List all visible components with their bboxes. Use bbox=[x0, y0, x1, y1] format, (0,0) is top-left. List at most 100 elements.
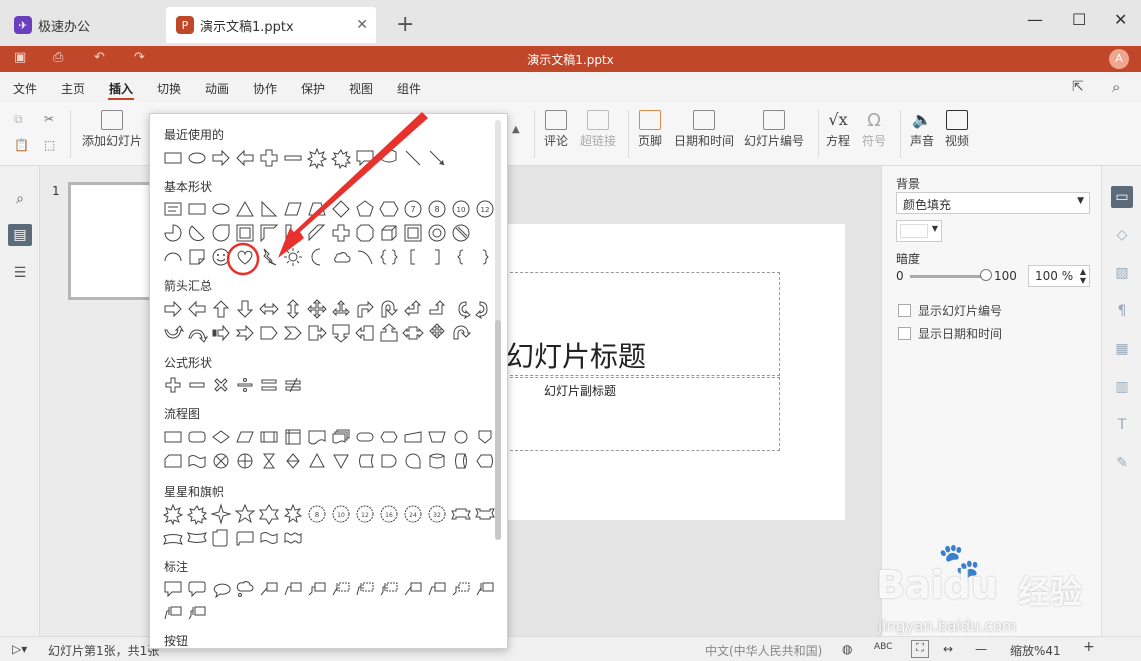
line-callout2-shape-icon[interactable] bbox=[282, 578, 304, 600]
language[interactable]: 中文(中华人民共和国) bbox=[705, 642, 822, 659]
text-art-icon[interactable]: T bbox=[1111, 414, 1133, 436]
accent-callout2-shape-icon[interactable] bbox=[354, 578, 376, 600]
chart-settings-icon[interactable]: ▥ bbox=[1111, 376, 1133, 398]
flow-alt-process-shape-icon[interactable] bbox=[186, 426, 208, 448]
stepper-icon[interactable]: ▲ ▼ bbox=[1080, 267, 1086, 285]
explosion2-shape-icon[interactable] bbox=[186, 503, 208, 526]
flow-decision-shape-icon[interactable] bbox=[210, 426, 232, 448]
explosion-shape-icon[interactable] bbox=[162, 503, 184, 526]
ribbon-up-shape-icon[interactable] bbox=[450, 503, 472, 525]
up-down-arrow-shape-icon[interactable] bbox=[282, 298, 304, 320]
ribbon-scroll-icon[interactable]: ▲ bbox=[512, 124, 520, 135]
circular-arrow-shape-icon[interactable] bbox=[450, 322, 472, 344]
shape-settings-icon[interactable]: ◇ bbox=[1111, 224, 1133, 246]
signature-icon[interactable]: ✎ bbox=[1111, 452, 1133, 474]
u-turn-arrow-shape-icon[interactable] bbox=[378, 298, 400, 320]
folded-corner-shape-icon[interactable] bbox=[186, 246, 208, 268]
flow-stored-data-shape-icon[interactable] bbox=[354, 450, 376, 472]
down-arrow-callout-shape-icon[interactable] bbox=[330, 322, 352, 344]
maximize-icon[interactable]: ☐ bbox=[1072, 10, 1086, 29]
right-arrow-shape-icon[interactable] bbox=[162, 298, 184, 320]
select-all-icon[interactable]: ⬚ bbox=[44, 138, 55, 152]
accent-border-callout-shape-icon[interactable] bbox=[474, 578, 496, 600]
comments-panel-icon[interactable]: ☰ bbox=[8, 262, 32, 284]
line-callout1-shape-icon[interactable] bbox=[258, 578, 280, 600]
menu-protect[interactable]: 保护 bbox=[301, 80, 325, 97]
right-arrow-callout-shape-icon[interactable] bbox=[306, 322, 328, 344]
horizontal-scroll-shape-icon[interactable] bbox=[234, 527, 256, 549]
rectangle-shape-icon[interactable] bbox=[186, 198, 208, 220]
chord-shape-icon[interactable] bbox=[186, 222, 208, 244]
rectangle-shape-icon[interactable] bbox=[162, 147, 184, 169]
globe-icon[interactable]: ◍ bbox=[842, 642, 852, 656]
rect-callout-shape-icon[interactable] bbox=[162, 578, 184, 600]
image-settings-icon[interactable]: ▨ bbox=[1111, 262, 1133, 284]
flow-preparation-shape-icon[interactable] bbox=[378, 426, 400, 448]
quad-arrow-shape-icon[interactable] bbox=[306, 298, 328, 320]
paragraph-settings-icon[interactable]: ¶ bbox=[1111, 300, 1133, 322]
pentagon-arrow-shape-icon[interactable] bbox=[258, 322, 280, 344]
add-slide-button[interactable]: 添加幻灯片 bbox=[82, 110, 142, 149]
curved-up-arrow-shape-icon[interactable] bbox=[162, 322, 185, 344]
darkness-input[interactable]: 100 % ▲ ▼ bbox=[1028, 265, 1090, 287]
accent-callout1-shape-icon[interactable] bbox=[330, 578, 352, 600]
subtitle-placeholder[interactable]: 幻灯片副标题 bbox=[505, 377, 780, 451]
darkness-slider-handle[interactable] bbox=[980, 269, 992, 281]
show-datetime-checkbox[interactable] bbox=[898, 327, 911, 340]
search-icon[interactable]: ⌕ bbox=[1112, 78, 1120, 96]
border-callout1-shape-icon[interactable] bbox=[402, 578, 424, 600]
pie-shape-icon[interactable] bbox=[162, 222, 184, 244]
search-icon[interactable]: ⌕ bbox=[8, 188, 32, 210]
flow-sort-shape-icon[interactable] bbox=[282, 450, 304, 472]
avatar[interactable]: A bbox=[1109, 49, 1129, 69]
slides-panel-icon[interactable]: ▤ bbox=[8, 224, 32, 246]
accent-border-callout3-shape-icon[interactable] bbox=[186, 602, 208, 624]
minimize-icon[interactable]: — bbox=[1027, 10, 1043, 29]
striped-right-arrow-shape-icon[interactable] bbox=[210, 322, 232, 344]
border-callout3-shape-icon[interactable] bbox=[450, 578, 472, 600]
no-symbol-shape-icon[interactable] bbox=[450, 222, 472, 244]
quad-arrow-callout-shape-icon[interactable] bbox=[426, 322, 448, 344]
flow-terminator-shape-icon[interactable] bbox=[354, 426, 376, 448]
menu-collaborate[interactable]: 协作 bbox=[253, 80, 277, 97]
menu-insert[interactable]: 插入 bbox=[109, 80, 133, 97]
flow-document-shape-icon[interactable] bbox=[306, 426, 328, 448]
menu-view[interactable]: 视图 bbox=[349, 80, 373, 97]
dodecagon-shape-icon[interactable]: 12 bbox=[474, 198, 496, 220]
sound-button[interactable]: 🔈 声音 bbox=[910, 110, 934, 149]
shapes-scrollbar-thumb[interactable] bbox=[495, 320, 501, 540]
menu-animation[interactable]: 动画 bbox=[205, 80, 229, 97]
tab-home[interactable]: ✈ 极速办公 bbox=[4, 7, 164, 43]
flow-card-shape-icon[interactable] bbox=[162, 450, 184, 472]
open-location-icon[interactable]: ⇱ bbox=[1072, 79, 1084, 95]
slide-thumbnail[interactable] bbox=[68, 182, 152, 300]
close-tab-icon[interactable]: ✕ bbox=[356, 17, 368, 33]
star10-shape-icon[interactable]: 10 bbox=[330, 503, 352, 525]
notched-right-arrow-shape-icon[interactable] bbox=[234, 322, 256, 344]
bent-up-arrow-shape-icon[interactable] bbox=[426, 298, 448, 320]
flow-summing-junction-shape-icon[interactable] bbox=[210, 450, 232, 472]
flow-extract-shape-icon[interactable] bbox=[306, 450, 328, 472]
flow-manual-input-shape-icon[interactable] bbox=[402, 426, 424, 448]
title-placeholder[interactable]: 幻灯片标题 bbox=[505, 272, 780, 376]
color-picker[interactable]: ▼ bbox=[896, 220, 942, 242]
bent-arrow-shape-icon[interactable] bbox=[354, 298, 376, 320]
close-window-icon[interactable]: ✕ bbox=[1114, 10, 1127, 29]
menu-home[interactable]: 主页 bbox=[61, 80, 85, 97]
show-slide-number-checkbox[interactable] bbox=[898, 304, 911, 317]
textbox-shape-icon[interactable] bbox=[162, 198, 184, 220]
star32-shape-icon[interactable]: 32 bbox=[426, 503, 448, 525]
curved-right-arrow-shape-icon[interactable] bbox=[450, 298, 472, 320]
star24-shape-icon[interactable]: 24 bbox=[402, 503, 424, 525]
flow-direct-access-storage-shape-icon[interactable] bbox=[450, 450, 472, 472]
star7-shape-icon[interactable] bbox=[282, 503, 304, 525]
math-minus-shape-icon[interactable] bbox=[186, 374, 208, 396]
flow-display-shape-icon[interactable] bbox=[474, 450, 496, 472]
flow-offpage-connector-shape-icon[interactable] bbox=[474, 426, 496, 448]
table-settings-icon[interactable]: ▦ bbox=[1111, 338, 1133, 360]
menu-file[interactable]: 文件 bbox=[13, 80, 37, 97]
flow-connector-shape-icon[interactable] bbox=[450, 426, 472, 448]
copy-icon[interactable]: ⧉ bbox=[14, 112, 23, 127]
flow-multidocument-shape-icon[interactable] bbox=[330, 426, 352, 448]
paste-icon[interactable]: 📋 bbox=[14, 138, 29, 152]
